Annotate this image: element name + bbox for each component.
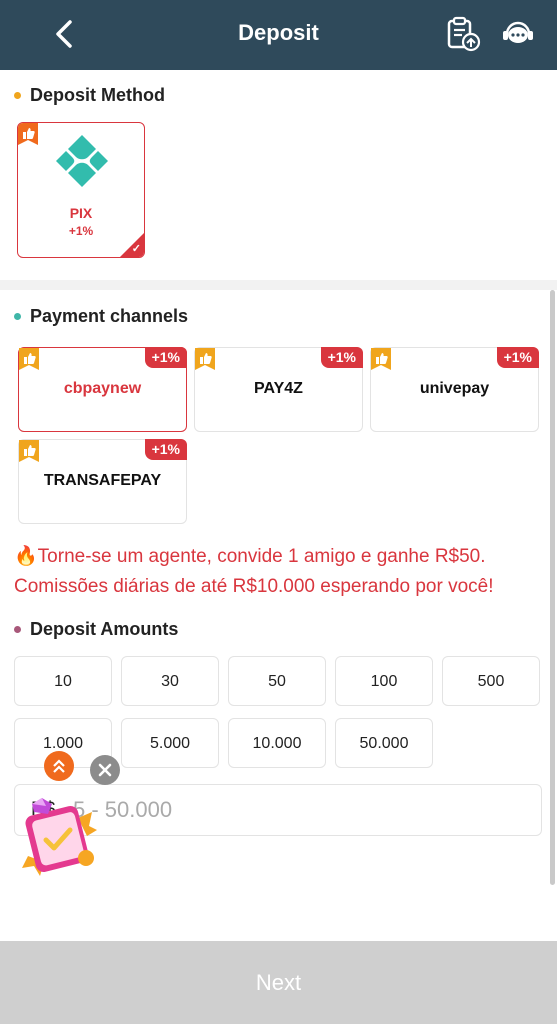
section-dot xyxy=(14,313,21,320)
section-divider xyxy=(0,280,557,290)
section-dot xyxy=(14,626,21,633)
promo-line-2: Comissões diárias de até R$10.000 espera… xyxy=(14,576,494,597)
check-icon: ✓ xyxy=(131,243,141,255)
next-button[interactable]: Next xyxy=(0,941,557,1024)
close-float-button[interactable] xyxy=(90,755,120,785)
channel-cbpaynew[interactable]: +1% cbpaynew xyxy=(18,347,187,432)
app-header: Deposit xyxy=(0,0,557,70)
channel-pay4z[interactable]: +1% PAY4Z xyxy=(194,347,363,432)
thumbs-up-icon xyxy=(19,440,39,462)
double-chevron-up-icon xyxy=(53,759,65,773)
bonus-badge: +1% xyxy=(144,439,187,460)
collapse-up-button[interactable] xyxy=(44,751,74,781)
channel-transafepay[interactable]: +1% TRANSAFEPAY xyxy=(18,439,187,524)
method-name: PIX xyxy=(69,205,93,221)
promo-text: 🔥Torne-se um agente, convide 1 amigo e g… xyxy=(14,542,544,602)
amount-option[interactable]: 5.000 xyxy=(121,718,219,768)
bonus-badge: +1% xyxy=(144,347,187,368)
thumbs-up-icon xyxy=(371,348,391,370)
close-icon xyxy=(98,763,112,777)
deposit-amounts-heading: Deposit Amounts xyxy=(14,619,178,640)
fire-icon: 🔥 xyxy=(14,546,38,567)
bonus-badge: +1% xyxy=(320,347,363,368)
payment-channels-heading: Payment channels xyxy=(14,306,188,327)
amount-option[interactable]: 500 xyxy=(442,656,540,706)
amount-option[interactable]: 100 xyxy=(335,656,433,706)
method-card-pix[interactable]: PIX +1% ✓ xyxy=(17,122,145,258)
deposit-method-heading: Deposit Method xyxy=(14,85,165,106)
payment-channels-title: Payment channels xyxy=(30,306,189,326)
channel-label: cbpaynew xyxy=(63,380,142,397)
deposit-method-title: Deposit Method xyxy=(30,85,165,105)
deposit-amounts-title: Deposit Amounts xyxy=(30,619,179,639)
customer-service-icon[interactable] xyxy=(500,18,536,50)
clipboard-upload-icon[interactable] xyxy=(445,16,481,52)
channel-label: PAY4Z xyxy=(254,380,303,397)
scrollbar[interactable] xyxy=(550,290,555,885)
amount-option[interactable]: 10 xyxy=(14,656,112,706)
thumbs-up-icon xyxy=(195,348,215,370)
channel-label: univepay xyxy=(419,380,490,397)
amount-option[interactable]: 50 xyxy=(228,656,326,706)
amount-option[interactable]: 50.000 xyxy=(335,718,433,768)
channel-label: TRANSAFEPAY xyxy=(43,472,162,489)
channel-univepay[interactable]: +1% univepay xyxy=(370,347,539,432)
amount-input[interactable] xyxy=(73,795,523,825)
amount-option[interactable]: 30 xyxy=(121,656,219,706)
section-dot xyxy=(14,92,21,99)
thumbs-up-icon xyxy=(19,348,39,370)
thumbs-up-icon xyxy=(18,123,38,145)
promo-line-1: Torne-se um agente, convide 1 amigo e ga… xyxy=(37,546,486,567)
pix-logo-icon xyxy=(56,135,108,187)
gift-task-icon[interactable] xyxy=(20,796,102,880)
amount-option[interactable]: 10.000 xyxy=(228,718,326,768)
bonus-badge: +1% xyxy=(496,347,539,368)
